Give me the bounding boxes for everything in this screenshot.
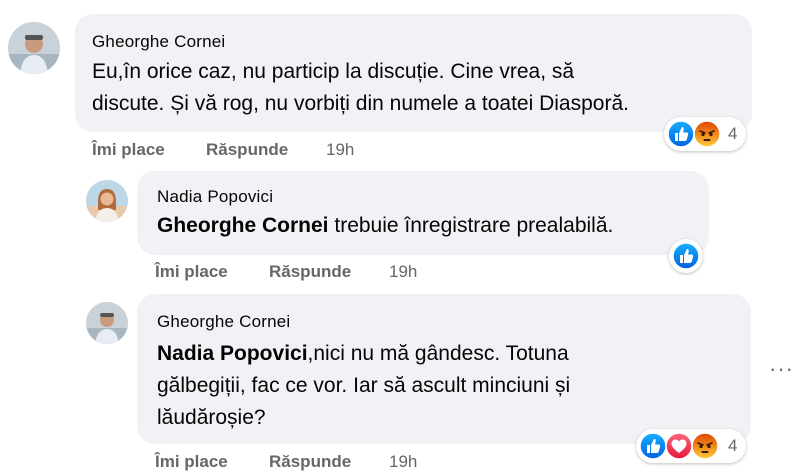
more-options-icon[interactable]: ··· bbox=[769, 356, 794, 382]
reaction-count: 4 bbox=[728, 124, 738, 143]
comment-text-rest: trebuie înregistrare prealabilă. bbox=[328, 214, 614, 237]
reply-button[interactable]: Răspunde bbox=[206, 140, 288, 160]
like-icon bbox=[639, 432, 667, 460]
reaction-count: 4 bbox=[728, 436, 738, 455]
comment-text: gălbegiții, fac ce vor. Iar să ascult mi… bbox=[157, 374, 571, 397]
comment-text-rest: ,nici nu mă gândesc. Totuna bbox=[307, 342, 569, 365]
comment-text: lăudăroșie? bbox=[157, 406, 266, 429]
comment-author[interactable]: Gheorghe Cornei bbox=[92, 32, 225, 52]
reply-button[interactable]: Răspunde bbox=[269, 262, 351, 282]
avatar[interactable] bbox=[86, 302, 128, 344]
like-button[interactable]: Îmi place bbox=[92, 140, 165, 160]
timestamp[interactable]: 19h bbox=[326, 140, 354, 160]
reaction-summary[interactable]: 4 bbox=[636, 429, 746, 463]
comment-author[interactable]: Gheorghe Cornei bbox=[157, 312, 290, 332]
comment-text: Gheorghe Cornei trebuie înregistrare pre… bbox=[157, 210, 613, 242]
angry-icon bbox=[693, 120, 721, 148]
like-button[interactable]: Îmi place bbox=[155, 262, 228, 282]
comment-text: Eu,în orice caz, nu particip la discuție… bbox=[92, 60, 575, 83]
mention-link[interactable]: Gheorghe Cornei bbox=[157, 214, 329, 237]
comment-text: discute. Și vă rog, nu vorbiți din numel… bbox=[92, 92, 629, 115]
mention-link[interactable]: Nadia Popovici bbox=[157, 342, 308, 365]
timestamp[interactable]: 19h bbox=[389, 452, 417, 472]
reply-button[interactable]: Răspunde bbox=[269, 452, 351, 472]
love-icon bbox=[665, 432, 693, 460]
comment-text: Nadia Popovici,nici nu mă gândesc. Totun… bbox=[157, 338, 569, 370]
reaction-summary[interactable]: 4 bbox=[664, 117, 746, 151]
avatar[interactable] bbox=[8, 22, 60, 74]
timestamp[interactable]: 19h bbox=[389, 262, 417, 282]
angry-icon bbox=[691, 432, 719, 460]
avatar[interactable] bbox=[86, 180, 128, 222]
comment-author[interactable]: Nadia Popovici bbox=[157, 187, 273, 207]
like-icon bbox=[672, 242, 700, 270]
like-button[interactable]: Îmi place bbox=[155, 452, 228, 472]
like-icon bbox=[667, 120, 695, 148]
reaction-summary[interactable] bbox=[669, 239, 703, 273]
